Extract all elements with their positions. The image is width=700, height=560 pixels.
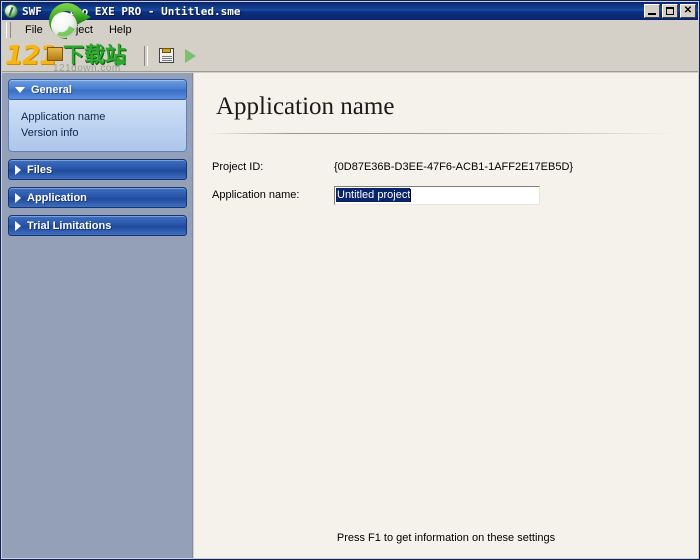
run-button[interactable] [178,44,202,68]
maximize-button[interactable] [662,4,678,18]
chevron-right-icon [15,193,21,203]
application-name-label: Application name: [212,189,334,201]
sidebar-panel-header-trial-limitations[interactable]: Trial Limitations [8,215,187,236]
sidebar-panel-header-files[interactable]: Files [8,159,187,180]
toolbar [2,40,698,72]
play-icon [185,49,196,63]
save-icon [159,48,174,63]
minimize-button[interactable] [644,4,660,18]
title-divider [208,133,674,134]
toolbar-separator [144,46,148,66]
menu-item-help[interactable]: Help [101,22,140,38]
sidebar-panel-application: Application [8,187,187,208]
minimize-icon [648,13,656,15]
application-name-input-value: Untitled project [336,188,410,202]
sidebar-panel-header-application[interactable]: Application [8,187,187,208]
sidebar-panel-label-application: Application [27,192,87,204]
window-controls: ✕ [644,4,696,18]
sidebar-item-application-name[interactable]: Application name [21,109,176,125]
maximize-icon [666,7,674,15]
menu-item-project[interactable]: Project [51,22,101,38]
chevron-down-icon [15,87,25,93]
chevron-right-icon [15,165,21,175]
form-row-project-id: Project ID: {0D87E36B-D3EE-47F6-ACB1-1AF… [212,155,672,179]
app-logo-icon [4,4,18,18]
page-title: Application name [216,93,394,121]
help-hint-text: Press F1 to get information on these set… [194,532,698,544]
sidebar: General Application name Version info Fi… [2,73,193,558]
menu-grip-handle[interactable] [6,22,11,38]
application-name-input[interactable]: Untitled project [334,186,540,205]
window-title: SWF ...tro EXE PRO - Untitled.sme [22,5,241,18]
save-button[interactable] [154,44,178,68]
title-bar: SWF ...tro EXE PRO - Untitled.sme ✕ [2,2,698,20]
project-id-label: Project ID: [212,161,334,173]
sidebar-panel-files: Files [8,159,187,180]
menu-bar: File Project Help [2,20,698,40]
sidebar-panel-body-general: Application name Version info [8,100,187,152]
project-id-value: {0D87E36B-D3EE-47F6-ACB1-1AFF2E17EB5D} [334,161,573,173]
sidebar-panel-trial-limitations: Trial Limitations [8,215,187,236]
application-window: SWF ...tro EXE PRO - Untitled.sme ✕ File… [0,0,700,560]
sidebar-panel-header-general[interactable]: General [8,79,187,100]
sidebar-panel-label-general: General [31,84,72,96]
form-row-application-name: Application name: Untitled project [212,183,672,207]
text-caret [410,189,411,202]
chevron-right-icon [15,221,21,231]
close-button[interactable]: ✕ [680,4,696,18]
sidebar-item-version-info[interactable]: Version info [21,125,176,141]
main-pane: Application name Project ID: {0D87E36B-D… [194,73,698,558]
sidebar-panel-label-files: Files [27,164,52,176]
close-icon: ✕ [681,5,695,17]
menu-item-file[interactable]: File [17,22,51,38]
sidebar-panel-general: General Application name Version info [8,79,187,152]
content-area: General Application name Version info Fi… [2,73,698,558]
settings-form: Project ID: {0D87E36B-D3EE-47F6-ACB1-1AF… [212,155,672,211]
sidebar-panel-label-trial-limitations: Trial Limitations [27,220,111,232]
